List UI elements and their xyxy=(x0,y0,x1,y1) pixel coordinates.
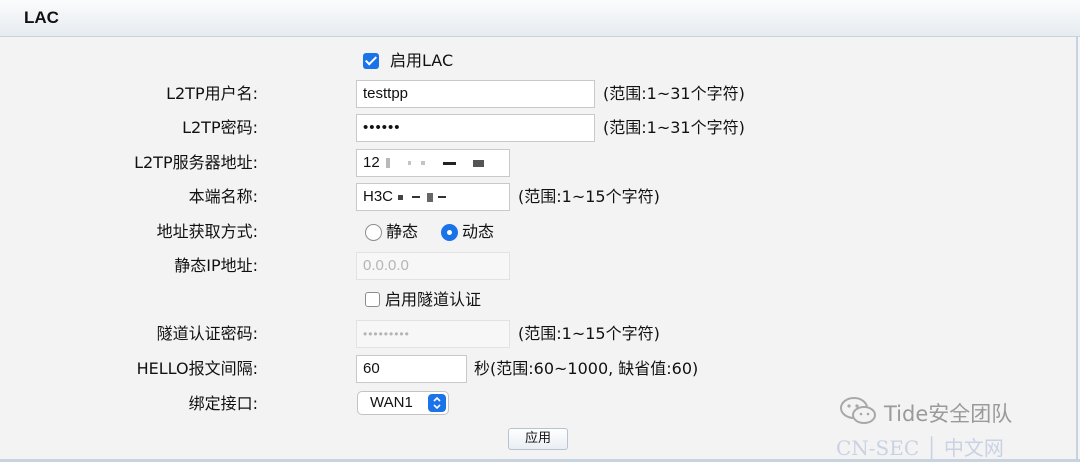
section-title: LAC xyxy=(24,8,59,27)
local-name-input[interactable]: H3C xyxy=(356,183,510,211)
local-name-label: 本端名称: xyxy=(188,187,258,206)
hello-label: HELLO报文间隔: xyxy=(136,359,258,378)
enable-lac-checkbox[interactable] xyxy=(363,53,379,69)
watermark-site: CN-SEC │ 中文网 xyxy=(836,436,1004,460)
redacted-mask xyxy=(408,161,412,166)
local-name-value: H3C xyxy=(363,188,394,205)
enable-lac-label: 启用LAC xyxy=(390,51,454,70)
redacted-mask xyxy=(426,192,433,202)
wechat-icon xyxy=(840,397,876,424)
select-arrows-icon xyxy=(428,394,446,412)
tunnel-pwd-hint: (范围:1~15个字符) xyxy=(518,324,660,343)
tunnel-pwd-input[interactable]: ••••••••• xyxy=(356,320,510,348)
static-radio-label: 静态 xyxy=(386,222,419,241)
redacted-mask xyxy=(443,161,457,165)
password-hint: (范围:1~31个字符) xyxy=(603,118,745,137)
password-label: L2TP密码: xyxy=(182,118,258,137)
panel-right-border xyxy=(1076,36,1078,460)
redacted-mask xyxy=(412,196,421,199)
hello-input[interactable]: 60 xyxy=(356,355,467,383)
static-ip-input[interactable]: 0.0.0.0 xyxy=(356,252,510,280)
section-header: LAC xyxy=(0,0,1080,37)
username-input[interactable]: testtpp xyxy=(356,80,595,108)
local-name-hint: (范围:1~15个字符) xyxy=(518,187,660,206)
redacted-mask xyxy=(421,161,426,166)
addr-mode-label: 地址获取方式: xyxy=(156,222,258,241)
dynamic-radio-label: 动态 xyxy=(462,222,495,241)
tunnel-pwd-label: 隧道认证密码: xyxy=(156,324,258,343)
tunnel-auth-label: 启用隧道认证 xyxy=(385,290,482,309)
redacted-mask xyxy=(472,159,484,167)
bind-iface-label: 绑定接口: xyxy=(188,394,258,413)
bind-iface-select[interactable]: WAN1 xyxy=(357,391,449,415)
dynamic-radio[interactable] xyxy=(441,224,458,241)
static-radio[interactable] xyxy=(365,224,382,241)
redacted-mask xyxy=(385,158,390,169)
server-input[interactable]: 12 xyxy=(356,149,510,177)
redacted-mask xyxy=(398,194,404,200)
static-ip-label: 静态IP地址: xyxy=(174,256,258,275)
server-label: L2TP服务器地址: xyxy=(134,153,258,172)
username-label: L2TP用户名: xyxy=(166,84,258,103)
watermark-text: Tide安全团队 xyxy=(884,402,1013,426)
server-value: 12 xyxy=(363,154,380,171)
password-input[interactable]: •••••• xyxy=(356,114,595,142)
hello-hint: 秒(范围:60~1000, 缺省值:60) xyxy=(474,359,699,378)
redacted-mask xyxy=(437,196,446,199)
apply-button[interactable]: 应用 xyxy=(508,428,568,450)
bind-iface-value: WAN1 xyxy=(370,394,413,411)
username-hint: (范围:1~31个字符) xyxy=(603,84,745,103)
tunnel-auth-checkbox[interactable] xyxy=(365,292,380,307)
